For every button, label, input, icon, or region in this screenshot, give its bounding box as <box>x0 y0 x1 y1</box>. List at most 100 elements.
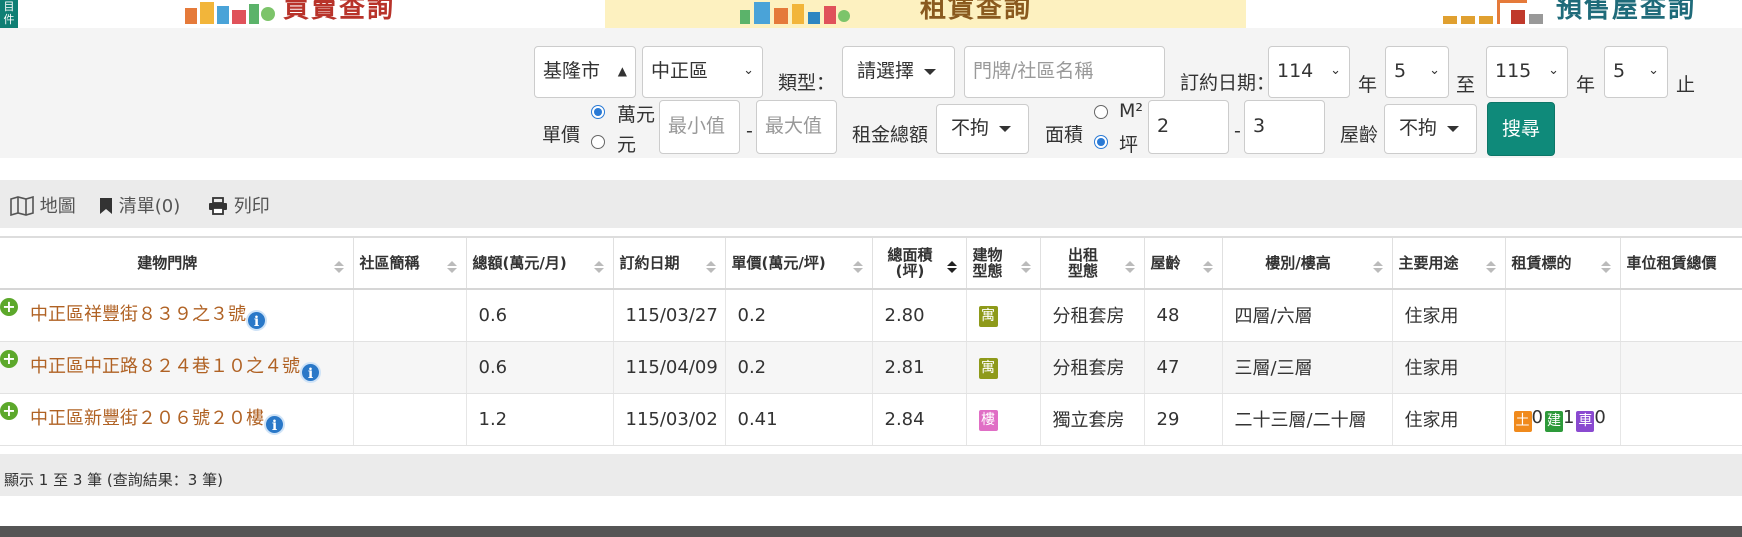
search-panel: 基隆市 ▲ 中正區 ⌄ 類型： 請選擇 門牌/社區名稱 訂約日期： 114 ⌄ … <box>0 28 1742 158</box>
age-cell: 48 <box>1144 289 1223 342</box>
expand-plus-icon[interactable]: + <box>0 298 18 316</box>
info-icon[interactable]: i <box>264 413 285 435</box>
address-cell[interactable]: + 中正區中正路８２４巷１０之４號 i <box>0 341 354 394</box>
parking-cell <box>1620 341 1742 394</box>
unit-wan-radio[interactable] <box>591 105 605 119</box>
header-label: 車位租賃總價 <box>1626 254 1717 272</box>
year-from-select[interactable]: 114 ⌄ <box>1268 46 1350 98</box>
area-max-input[interactable]: 3 <box>1244 100 1325 154</box>
col-header-area[interactable]: 總面積(坪) <box>872 236 967 290</box>
table-header-row: 建物門牌 社區簡稱 總額(萬元/月) 訂約日期 單價(萬元/坪) 總面積(坪) … <box>0 236 1742 290</box>
area-dash: - <box>1234 120 1241 142</box>
month-to-value: 5 <box>1613 60 1626 82</box>
month-from-value: 5 <box>1394 60 1407 82</box>
map-button[interactable]: 地圖 <box>10 192 76 218</box>
col-header-address[interactable]: 建物門牌 <box>0 236 354 290</box>
expand-plus-icon[interactable]: + <box>0 349 18 368</box>
type-dropdown-value: 請選擇 <box>857 60 915 82</box>
printer-icon <box>209 197 227 215</box>
print-label: 列印 <box>233 196 270 217</box>
col-header-unit-price[interactable]: 單價(萬元/坪) <box>725 236 873 290</box>
area-cell: 2.84 <box>872 393 967 446</box>
chevron-down-icon: ⌄ <box>1548 63 1559 78</box>
address-link[interactable]: 中正區祥豐街８３９之３號 <box>30 304 246 325</box>
address-cell[interactable]: + 中正區新豐街２０６號２０樓 i <box>0 393 354 446</box>
total-rent-dropdown[interactable]: 不拘 <box>936 104 1029 154</box>
city-illustration-icon <box>185 2 275 24</box>
col-header-rent-target[interactable]: 租賃標的 <box>1505 236 1621 290</box>
list-button[interactable]: 清單(0) <box>99 192 180 218</box>
expand-plus-icon[interactable]: + <box>0 401 18 420</box>
sort-icon <box>1485 261 1496 273</box>
building-type-cell: 樓 <box>966 393 1041 446</box>
address-link[interactable]: 中正區中正路８２４巷１０之４號 <box>30 356 300 377</box>
age-dropdown[interactable]: 不拘 <box>1384 104 1477 154</box>
area-m2-radio[interactable] <box>1094 105 1108 119</box>
area-ping-radio[interactable] <box>1094 135 1108 149</box>
min-price-input[interactable]: 最小值 <box>659 100 740 154</box>
year-to-value: 115 <box>1495 60 1532 82</box>
print-button[interactable]: 列印 <box>208 192 270 218</box>
area-m2-label: M² <box>1119 100 1144 122</box>
age-value: 不拘 <box>1399 117 1438 139</box>
tab-presale-query[interactable]: 預售屋查詢 <box>1246 0 1742 28</box>
min-price-placeholder: 最小值 <box>668 115 726 137</box>
building-tag-badge: 建 <box>1544 410 1563 432</box>
district-select[interactable]: 中正區 ⌄ <box>642 46 763 98</box>
address-cell[interactable]: + 中正區祥豐街８３９之３號 i <box>0 289 354 342</box>
use-cell: 住家用 <box>1392 393 1506 446</box>
header-label: 樓別/樓高 <box>1265 254 1331 272</box>
map-label: 地圖 <box>39 196 76 217</box>
col-header-use[interactable]: 主要用途 <box>1392 236 1506 290</box>
floor-cell: 四層/六層 <box>1222 289 1393 342</box>
header-label: 總額(萬元/月) <box>472 254 567 272</box>
col-header-building-type[interactable]: 建物型態 <box>966 236 1041 290</box>
header-label: 出租型態 <box>1067 246 1098 280</box>
tab-sale-query[interactable]: 買賣查詢 <box>0 0 605 28</box>
caret-down-icon <box>924 68 937 75</box>
sort-icon <box>333 261 344 273</box>
construction-illustration-icon <box>1443 0 1543 24</box>
unit-yuan-radio[interactable] <box>591 135 605 149</box>
age-label: 屋齡 <box>1340 124 1379 146</box>
city-select-value: 基隆市 <box>543 60 601 82</box>
tab-rent-query[interactable]: 租賃查詢 <box>605 0 1246 28</box>
header-label: 社區簡稱 <box>359 254 420 272</box>
address-input[interactable]: 門牌/社區名稱 <box>964 46 1165 98</box>
info-icon[interactable]: i <box>300 361 321 383</box>
building-tag-count: 1 <box>1562 406 1575 428</box>
city-select[interactable]: 基隆市 ▲ <box>534 46 636 98</box>
table-row[interactable]: + 中正區祥豐街８３９之３號 i 0.6 115/03/27 0.2 2.80 寓 … <box>0 289 1742 342</box>
month-to-select[interactable]: 5 ⌄ <box>1604 46 1668 98</box>
rent-type-cell: 分租套房 <box>1040 341 1145 394</box>
use-cell: 住家用 <box>1392 289 1506 342</box>
col-header-total[interactable]: 總額(萬元/月) <box>466 236 614 290</box>
year-to-select[interactable]: 115 ⌄ <box>1486 46 1568 98</box>
city-illustration-icon <box>740 2 850 24</box>
table-row[interactable]: + 中正區中正路８２４巷１０之４號 i 0.6 115/04/09 0.2 2.81… <box>0 341 1742 394</box>
col-header-date[interactable]: 訂約日期 <box>613 236 726 290</box>
sort-icon <box>852 261 863 273</box>
sort-icon <box>1124 261 1135 273</box>
address-link[interactable]: 中正區新豐街２０６號２０樓 <box>30 408 264 429</box>
col-header-floor[interactable]: 樓別/樓高 <box>1222 236 1393 290</box>
max-price-input[interactable]: 最大值 <box>756 100 837 154</box>
max-price-placeholder: 最大值 <box>765 115 823 137</box>
unit-price-cell: 0.2 <box>725 289 873 342</box>
search-button[interactable]: 搜尋 <box>1487 102 1555 156</box>
header-label: 建物門牌 <box>137 254 198 272</box>
building-type-badge: 寓 <box>978 305 998 327</box>
col-header-age[interactable]: 屋齡 <box>1144 236 1223 290</box>
month-from-select[interactable]: 5 ⌄ <box>1385 46 1449 98</box>
unit-price-cell: 0.2 <box>725 341 873 394</box>
col-header-rent-type[interactable]: 出租型態 <box>1040 236 1145 290</box>
table-row[interactable]: + 中正區新豐街２０６號２０樓 i 1.2 115/03/02 0.41 2.84 … <box>0 393 1742 446</box>
info-icon[interactable]: i <box>246 309 267 331</box>
building-type-badge: 樓 <box>978 409 998 431</box>
sort-icon <box>1372 261 1383 273</box>
area-min-input[interactable]: 2 <box>1148 100 1229 154</box>
col-header-community[interactable]: 社區簡稱 <box>353 236 467 290</box>
header-label: 屋齡 <box>1150 254 1181 272</box>
car-tag-badge: 車 <box>1576 410 1595 432</box>
type-dropdown[interactable]: 請選擇 <box>842 46 955 98</box>
